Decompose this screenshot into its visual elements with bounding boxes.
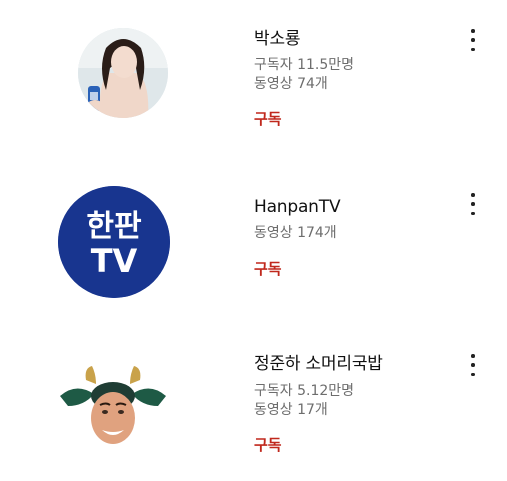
more-vertical-icon[interactable]	[466, 193, 480, 215]
logo-text-line-1: 한판	[86, 209, 142, 244]
channel-name[interactable]: HanpanTV	[254, 197, 341, 217]
hanpan-tv-logo-icon: 한판 TV	[58, 186, 170, 298]
subscribe-button[interactable]: 구독	[254, 434, 383, 455]
video-count: 동영상 174개	[254, 225, 337, 241]
video-count: 동영상 17개	[254, 402, 328, 418]
channel-avatar[interactable]	[78, 28, 168, 118]
subscribe-button[interactable]: 구독	[254, 258, 340, 279]
channel-name[interactable]: 정준하 소머리국밥	[254, 349, 383, 374]
more-vertical-icon[interactable]	[466, 354, 480, 376]
logo-text-line-2: TV	[91, 242, 138, 280]
channel-avatar[interactable]	[56, 360, 170, 460]
subscribe-button[interactable]: 구독	[254, 108, 354, 129]
man-with-cow-ears-icon	[60, 366, 166, 444]
more-vertical-icon[interactable]	[466, 29, 480, 51]
video-count: 동영상 74개	[254, 76, 328, 92]
subscriber-count: 구독자 5.12만명	[254, 383, 355, 399]
channel-name[interactable]: 박소룡	[254, 24, 354, 49]
channel-avatar[interactable]: 한판 TV	[58, 186, 170, 298]
woman-with-drink-photo-icon	[78, 28, 168, 118]
subscriber-count: 구독자 11.5만명	[254, 57, 355, 73]
